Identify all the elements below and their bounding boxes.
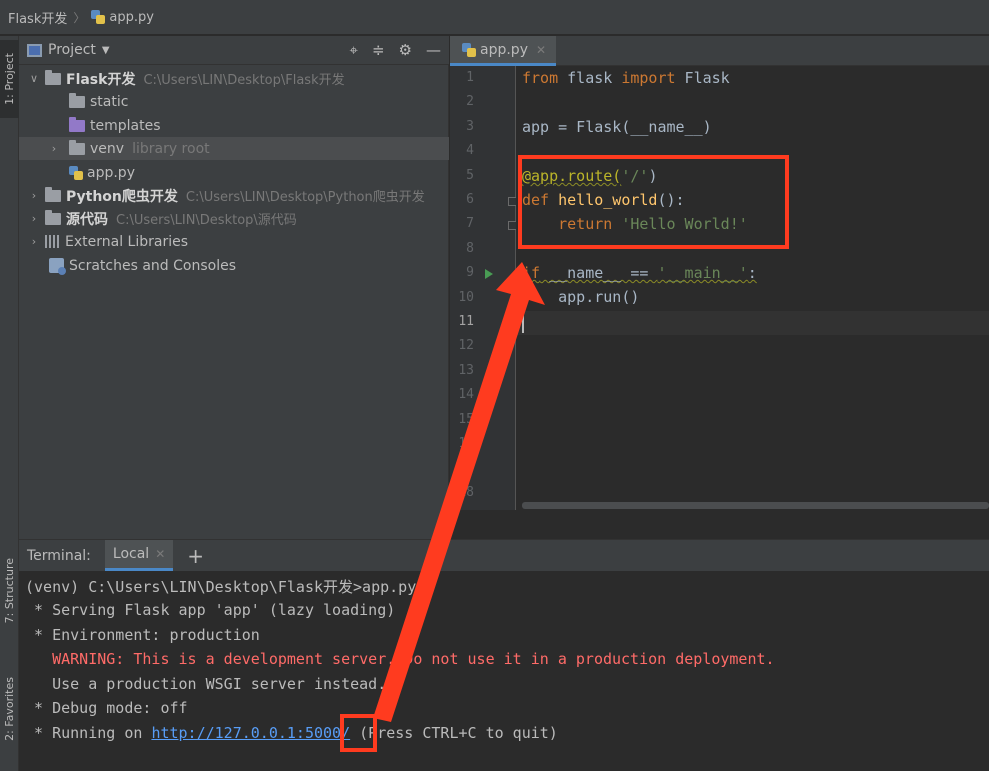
annotation-arrow (373, 262, 545, 722)
